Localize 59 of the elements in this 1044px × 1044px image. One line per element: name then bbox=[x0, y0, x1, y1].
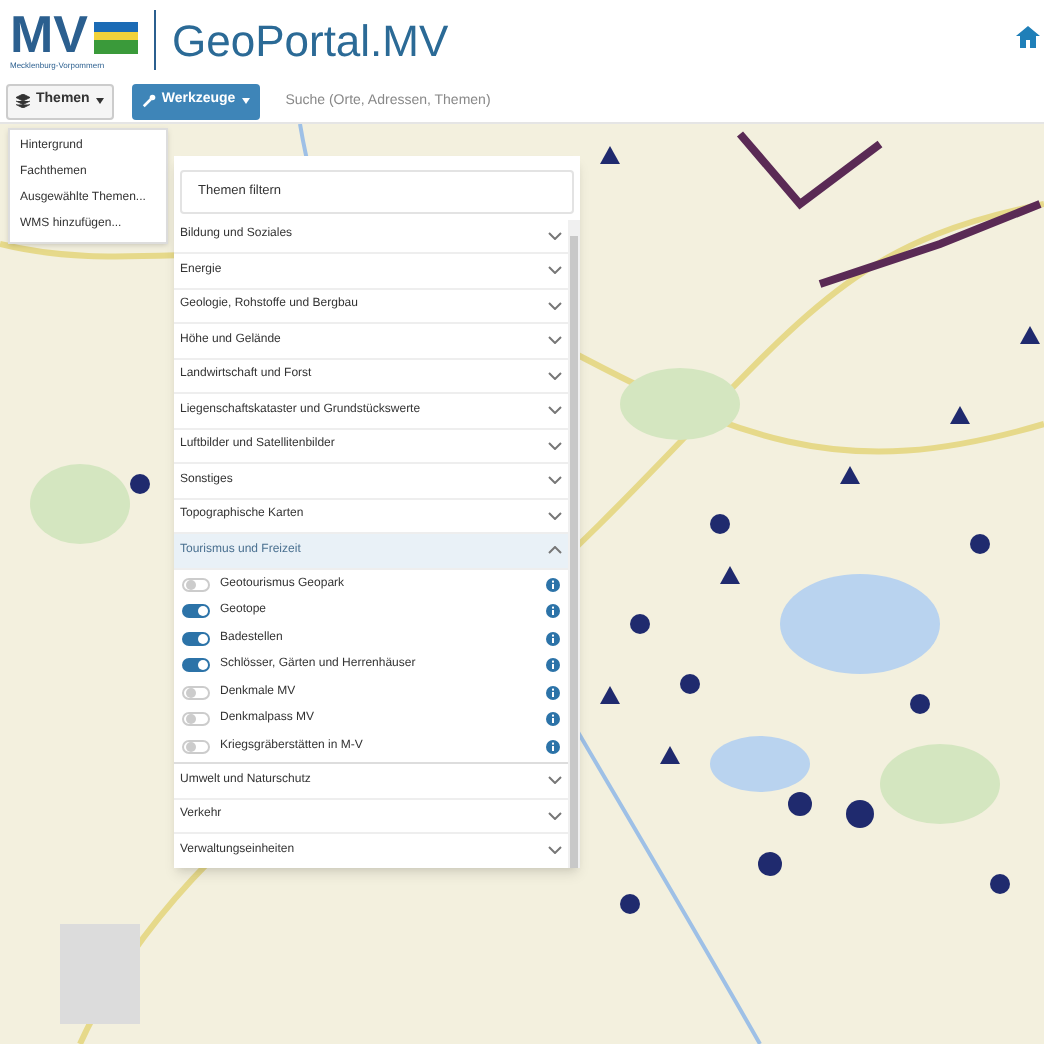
chevron-down-icon bbox=[548, 406, 562, 415]
chevron-down-icon bbox=[548, 811, 562, 820]
info-icon[interactable] bbox=[546, 604, 560, 619]
info-icon[interactable] bbox=[546, 685, 560, 700]
map-patch bbox=[60, 924, 140, 1024]
info-icon[interactable] bbox=[546, 658, 560, 673]
scrollbar[interactable] bbox=[568, 219, 580, 868]
triangle-marker-icon[interactable] bbox=[720, 566, 740, 584]
logo-text: MV bbox=[10, 8, 88, 60]
info-icon[interactable] bbox=[546, 631, 560, 646]
chevron-down-icon bbox=[548, 301, 562, 310]
triangle-marker-icon[interactable] bbox=[1020, 326, 1040, 344]
triangle-marker-icon[interactable] bbox=[660, 746, 680, 764]
toggle-switch[interactable] bbox=[182, 658, 210, 673]
chevron-down-icon bbox=[548, 476, 562, 485]
map-marker-icon[interactable] bbox=[130, 474, 150, 494]
toggle-switch[interactable] bbox=[182, 631, 210, 646]
forest-area bbox=[880, 744, 1000, 824]
map-marker-icon[interactable] bbox=[910, 694, 930, 714]
chevron-down-icon bbox=[548, 231, 562, 240]
map-marker-icon[interactable] bbox=[710, 514, 730, 534]
toggle-switch[interactable] bbox=[182, 685, 210, 700]
map-marker-icon[interactable] bbox=[680, 674, 700, 694]
triangle-marker-icon[interactable] bbox=[600, 686, 620, 704]
home-icon[interactable] bbox=[1016, 26, 1040, 48]
chevron-up-icon bbox=[548, 546, 562, 555]
map-marker-icon[interactable] bbox=[846, 800, 874, 828]
map-marker-icon[interactable] bbox=[758, 852, 782, 876]
forest-area bbox=[30, 464, 130, 544]
info-icon[interactable] bbox=[546, 577, 560, 592]
triangle-marker-icon[interactable] bbox=[840, 466, 860, 484]
toggle-switch[interactable] bbox=[182, 739, 210, 754]
triangle-marker-icon[interactable] bbox=[950, 406, 970, 424]
toggle-switch[interactable] bbox=[182, 712, 210, 727]
caret-icon bbox=[95, 98, 104, 104]
toggle-switch[interactable] bbox=[182, 604, 210, 619]
toggle-switch[interactable] bbox=[182, 577, 210, 592]
layers-icon bbox=[16, 94, 30, 108]
chevron-down-icon bbox=[548, 371, 562, 380]
chevron-down-icon bbox=[548, 441, 562, 450]
map-marker-icon[interactable] bbox=[620, 894, 640, 914]
info-icon[interactable] bbox=[546, 712, 560, 727]
forest-area bbox=[620, 368, 740, 440]
portal-title: GeoPortal.MV bbox=[172, 13, 449, 69]
chevron-down-icon bbox=[548, 336, 562, 345]
triangle-marker-icon[interactable] bbox=[600, 146, 620, 164]
lake-area bbox=[710, 736, 810, 792]
chevron-down-icon bbox=[548, 511, 562, 520]
map-marker-icon[interactable] bbox=[630, 614, 650, 634]
map-marker-icon[interactable] bbox=[788, 792, 812, 816]
flag-icon bbox=[94, 22, 138, 54]
info-icon[interactable] bbox=[546, 739, 560, 754]
chevron-down-icon bbox=[548, 266, 562, 275]
wrench-icon bbox=[141, 94, 156, 108]
chevron-down-icon bbox=[548, 776, 562, 785]
map-marker-icon[interactable] bbox=[970, 534, 990, 554]
caret-icon bbox=[241, 98, 250, 104]
chevron-down-icon bbox=[548, 846, 562, 855]
map-marker-icon[interactable] bbox=[990, 874, 1010, 894]
